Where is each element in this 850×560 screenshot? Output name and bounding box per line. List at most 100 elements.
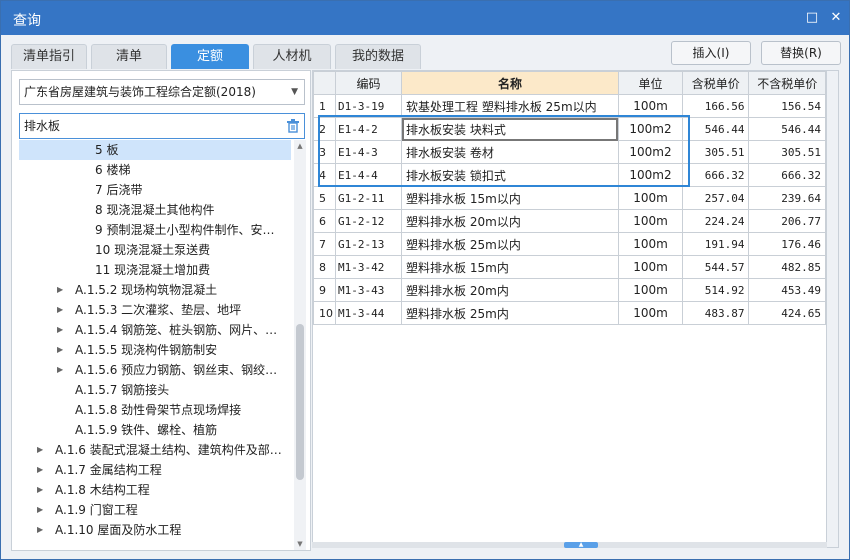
row-name[interactable]: 排水板安装 卷材 — [401, 140, 619, 164]
row-tax-price[interactable]: 514.92 — [682, 278, 750, 302]
row-unit[interactable]: 100m — [617, 94, 684, 118]
row-code[interactable]: E1-4-2 — [334, 117, 403, 141]
row-unit[interactable]: 100m — [617, 255, 684, 279]
tree-node[interactable]: ▶ A.1.10 屋面及防水工程 — [19, 520, 291, 540]
row-unit[interactable]: 100m — [617, 209, 684, 233]
row-tax-price[interactable]: 224.24 — [682, 209, 750, 233]
replace-button[interactable]: 替换(R) — [761, 41, 841, 65]
row-code[interactable]: D1-3-19 — [334, 94, 403, 118]
row-tax-price[interactable]: 305.51 — [682, 140, 750, 164]
row-name[interactable]: 排水板安装 锁扣式 — [401, 163, 619, 187]
row-tax-price[interactable]: 191.94 — [682, 232, 750, 256]
tree-node[interactable]: ▶ A.1.7 金属结构工程 — [19, 460, 291, 480]
quota-library-select[interactable]: 广东省房屋建筑与装饰工程综合定额(2018) ▼ — [19, 79, 305, 105]
col-header-name[interactable]: 名称 — [401, 71, 619, 95]
clear-search-icon[interactable] — [286, 118, 300, 133]
tab-my-data[interactable]: 我的数据 — [335, 44, 421, 69]
search-input[interactable]: 排水板 — [19, 113, 305, 139]
row-notax-price[interactable]: 176.46 — [748, 232, 826, 256]
row-tax-price[interactable]: 257.04 — [682, 186, 750, 210]
row-unit[interactable]: 100m — [617, 301, 684, 325]
results-scrollbar[interactable] — [827, 70, 839, 548]
row-notax-price[interactable]: 206.77 — [748, 209, 826, 233]
tree-node[interactable]: ▶ A.1.9 门窗工程 — [19, 500, 291, 520]
table-row[interactable]: 2 E1-4-2 排水板安装 块料式 100m2 546.44 546.44 — [313, 117, 826, 141]
tree-node[interactable]: 11 现浇混凝土增加费 — [19, 260, 291, 280]
table-row[interactable]: 5 G1-2-11 塑料排水板 15m以内 100m 257.04 239.64 — [313, 186, 826, 210]
row-unit[interactable]: 100m — [617, 186, 684, 210]
row-index[interactable]: 4 — [313, 163, 336, 187]
expand-caret-icon[interactable]: ▶ — [37, 500, 43, 520]
row-notax-price[interactable]: 666.32 — [748, 163, 826, 187]
row-index[interactable]: 8 — [313, 255, 336, 279]
row-notax-price[interactable]: 546.44 — [748, 117, 826, 141]
row-index[interactable]: 1 — [313, 94, 336, 118]
row-code[interactable]: G1-2-11 — [334, 186, 403, 210]
row-tax-price[interactable]: 483.87 — [682, 301, 750, 325]
tree-node[interactable]: 9 预制混凝土小型构件制作、安… — [19, 220, 291, 240]
table-row[interactable]: 6 G1-2-12 塑料排水板 20m以内 100m 224.24 206.77 — [313, 209, 826, 233]
tree-node[interactable]: 6 楼梯 — [19, 160, 291, 180]
row-name[interactable]: 软基处理工程 塑料排水板 25m以内 — [401, 94, 619, 118]
row-tax-price[interactable]: 546.44 — [682, 117, 750, 141]
table-row[interactable]: 7 G1-2-13 塑料排水板 25m以内 100m 191.94 176.46 — [313, 232, 826, 256]
row-name[interactable]: 塑料排水板 25m以内 — [401, 232, 619, 256]
row-code[interactable]: E1-4-4 — [334, 163, 403, 187]
expand-caret-icon[interactable]: ▶ — [37, 480, 43, 500]
row-notax-price[interactable]: 482.85 — [748, 255, 826, 279]
tree-node[interactable]: ▶ A.1.8 木结构工程 — [19, 480, 291, 500]
tab-bill[interactable]: 清单 — [91, 44, 167, 69]
expand-caret-icon[interactable]: ▶ — [57, 340, 63, 360]
tree-node[interactable]: A.1.5.7 钢筋接头 — [19, 380, 291, 400]
row-notax-price[interactable]: 424.65 — [748, 301, 826, 325]
col-header-code[interactable]: 编码 — [334, 71, 403, 95]
row-unit[interactable]: 100m2 — [617, 163, 684, 187]
expand-caret-icon[interactable]: ▶ — [37, 520, 43, 540]
expand-caret-icon[interactable]: ▶ — [57, 280, 63, 300]
expand-caret-icon[interactable]: ▶ — [57, 300, 63, 320]
row-code[interactable]: G1-2-13 — [334, 232, 403, 256]
expand-caret-icon[interactable]: ▶ — [37, 460, 43, 480]
tree-node[interactable]: 7 后浇带 — [19, 180, 291, 200]
row-index[interactable]: 2 — [313, 117, 336, 141]
splitter-handle[interactable]: ▲ — [564, 542, 598, 548]
row-notax-price[interactable]: 453.49 — [748, 278, 826, 302]
scroll-up-icon[interactable]: ▲ — [294, 140, 306, 152]
row-code[interactable]: E1-4-3 — [334, 140, 403, 164]
row-notax-price[interactable]: 156.54 — [748, 94, 826, 118]
row-name[interactable]: 塑料排水板 20m以内 — [401, 209, 619, 233]
expand-caret-icon[interactable]: ▶ — [57, 360, 63, 380]
row-name[interactable]: 塑料排水板 15m内 — [401, 255, 619, 279]
tree-node[interactable]: ▶ A.1.5.2 现场构筑物混凝土 — [19, 280, 291, 300]
tree-node[interactable]: ▶ A.1.6 装配式混凝土结构、建筑构件及部… — [19, 440, 291, 460]
tree-node[interactable]: 10 现浇混凝土泵送费 — [19, 240, 291, 260]
row-unit[interactable]: 100m2 — [617, 117, 684, 141]
col-header-unit[interactable]: 单位 — [617, 71, 684, 95]
tree-node[interactable]: A.1.5.8 劲性骨架节点现场焊接 — [19, 400, 291, 420]
expand-caret-icon[interactable]: ▶ — [57, 320, 63, 340]
row-index[interactable]: 5 — [313, 186, 336, 210]
row-tax-price[interactable]: 666.32 — [682, 163, 750, 187]
table-row[interactable]: 4 E1-4-4 排水板安装 锁扣式 100m2 666.32 666.32 — [313, 163, 826, 187]
scroll-thumb[interactable] — [296, 324, 304, 480]
row-code[interactable]: G1-2-12 — [334, 209, 403, 233]
row-code[interactable]: M1-3-42 — [334, 255, 403, 279]
row-code[interactable]: M1-3-44 — [334, 301, 403, 325]
row-unit[interactable]: 100m — [617, 278, 684, 302]
table-row[interactable]: 10 M1-3-44 塑料排水板 25m内 100m 483.87 424.65 — [313, 301, 826, 325]
tab-labor-material-machine[interactable]: 人材机 — [253, 44, 331, 69]
row-name[interactable]: 塑料排水板 20m内 — [401, 278, 619, 302]
tree-node[interactable]: 5 板 — [19, 140, 291, 160]
tree-node[interactable]: ▶ A.1.5.3 二次灌浆、垫层、地坪 — [19, 300, 291, 320]
row-tax-price[interactable]: 166.56 — [682, 94, 750, 118]
chevron-down-icon[interactable]: ▼ — [291, 80, 298, 104]
table-row[interactable]: 3 E1-4-3 排水板安装 卷材 100m2 305.51 305.51 — [313, 140, 826, 164]
tab-bill-guide[interactable]: 清单指引 — [11, 44, 87, 69]
tree-scrollbar[interactable]: ▲ ▼ — [294, 140, 306, 550]
expand-caret-icon[interactable]: ▶ — [37, 440, 43, 460]
row-name[interactable]: 塑料排水板 15m以内 — [401, 186, 619, 210]
row-tax-price[interactable]: 544.57 — [682, 255, 750, 279]
row-index[interactable]: 6 — [313, 209, 336, 233]
tree-node[interactable]: A.1.5.9 铁件、螺栓、植筋 — [19, 420, 291, 440]
row-unit[interactable]: 100m2 — [617, 140, 684, 164]
